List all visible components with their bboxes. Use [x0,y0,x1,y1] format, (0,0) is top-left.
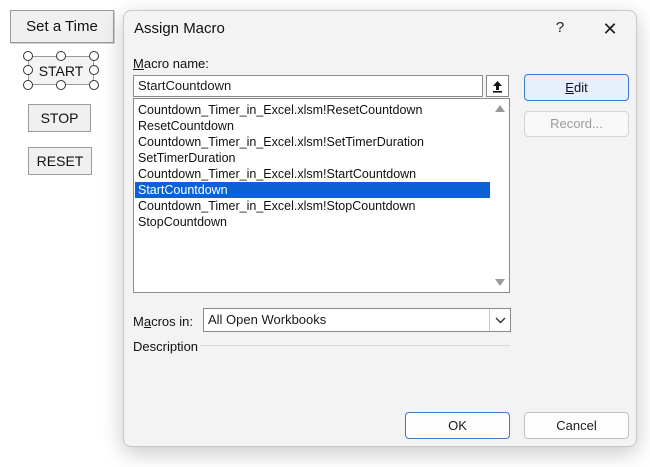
chevron-down-icon[interactable] [489,309,510,331]
macro-list-item-0[interactable]: Countdown_Timer_in_Excel.xlsm!ResetCount… [135,102,490,118]
macro-name-label: Macro name: [133,56,209,71]
macro-list[interactable]: Countdown_Timer_in_Excel.xlsm!ResetCount… [133,98,510,293]
assign-macro-dialog: Assign Macro ? ✕ Macro name: StartCountd… [123,10,637,447]
macros-in-prefix: M [133,314,144,329]
macro-list-item-7[interactable]: StopCountdown [135,214,490,230]
stop-label: STOP [40,110,79,126]
scroll-down-icon[interactable] [495,279,505,286]
macros-in-accesskey: a [143,314,152,329]
resize-handle-top-right[interactable] [89,51,99,61]
collapse-dialog-button[interactable] [486,75,509,97]
set-a-time-button[interactable]: Set a Time [10,10,114,43]
upload-arrow-icon [493,80,502,93]
cancel-button[interactable]: Cancel [524,412,629,439]
resize-handle-bottom-left[interactable] [23,80,33,90]
resize-handle-middle-right[interactable] [89,65,99,75]
set-a-time-label: Set a Time [26,18,98,35]
macro-name-label-accesskey: M [133,56,144,71]
record-button[interactable]: Record... [524,111,629,137]
reset-button[interactable]: RESET [28,147,92,175]
macro-name-input[interactable]: StartCountdown [133,75,483,97]
description-label: Description [133,339,199,354]
macro-list-item-1[interactable]: ResetCountdown [135,118,490,134]
description-divider [200,345,510,346]
macro-list-item-5-selected[interactable]: StartCountdown [135,182,490,198]
start-label: START [38,62,84,79]
resize-handle-bottom-right[interactable] [89,80,99,90]
resize-handle-middle-left[interactable] [23,65,33,75]
macro-list-item-2[interactable]: Countdown_Timer_in_Excel.xlsm!SetTimerDu… [135,134,490,150]
scroll-up-icon[interactable] [495,105,505,112]
macro-list-item-3[interactable]: SetTimerDuration [135,150,490,166]
macros-in-select[interactable]: All Open Workbooks [203,308,511,332]
resize-handle-top-middle[interactable] [56,51,66,61]
macros-in-value: All Open Workbooks [208,312,327,327]
resize-handle-bottom-middle[interactable] [56,80,66,90]
edit-label-text: dit [573,80,588,95]
reset-label: RESET [36,153,84,169]
close-icon[interactable]: ✕ [598,17,622,41]
macros-in-label: Macros in: [133,314,193,329]
help-icon[interactable]: ? [550,17,570,39]
macro-name-label-text: acro name: [143,56,209,71]
macros-in-text: cros in: [151,314,193,329]
edit-accesskey: E [565,80,574,95]
ok-button[interactable]: OK [405,412,510,439]
macro-list-item-4[interactable]: Countdown_Timer_in_Excel.xlsm!StartCount… [135,166,490,182]
resize-handle-top-left[interactable] [23,51,33,61]
edit-button[interactable]: Edit [524,74,629,101]
dialog-title: Assign Macro [134,20,225,37]
macro-list-item-6[interactable]: Countdown_Timer_in_Excel.xlsm!StopCountd… [135,198,490,214]
macro-list-scrollbar[interactable] [491,99,509,292]
stop-button[interactable]: STOP [28,104,91,132]
